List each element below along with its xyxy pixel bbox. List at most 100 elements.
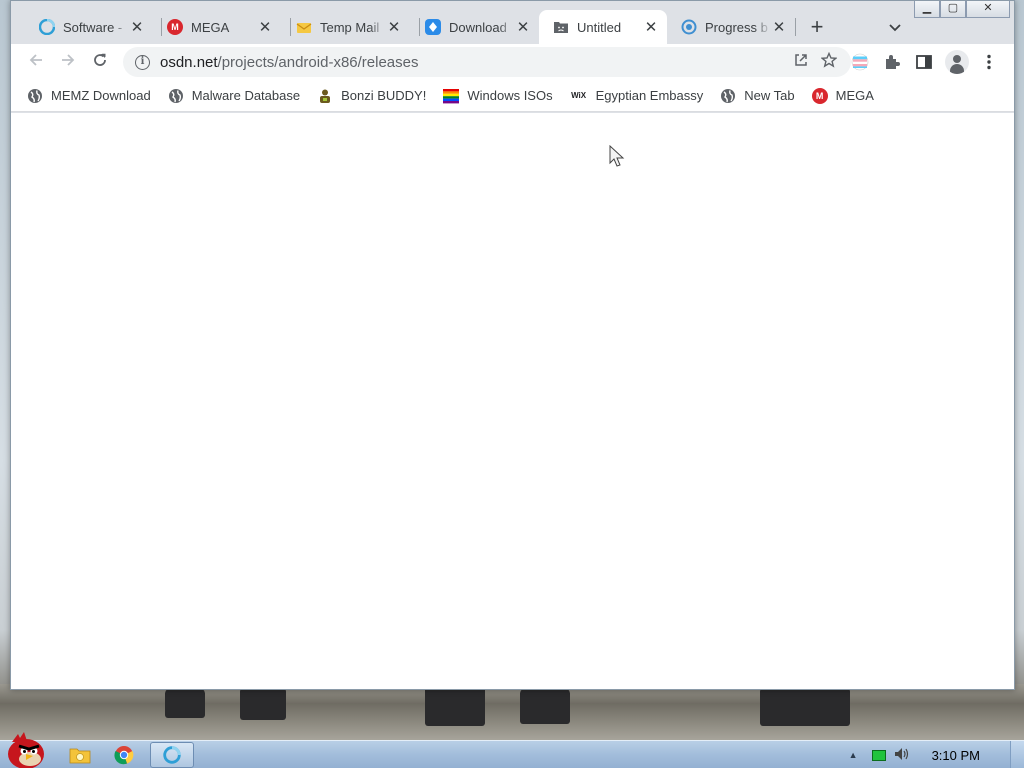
download-icon xyxy=(425,19,441,35)
bookmark-label: Windows ISOs xyxy=(467,88,553,103)
tab-title: Software - xyxy=(63,19,123,35)
tab-close-icon[interactable]: ✕ xyxy=(643,18,659,36)
bookmark-mega[interactable]: M MEGA xyxy=(811,87,874,104)
bookmark-windows-isos[interactable]: Windows ISOs xyxy=(443,88,553,104)
bookmark-label: New Tab xyxy=(744,88,795,103)
window-caption-buttons: ▁ ▢ ✕ xyxy=(914,1,1010,18)
tab-temp-mail[interactable]: Temp Mail ✕ xyxy=(282,10,410,44)
tab-title: Temp Mail xyxy=(320,19,380,35)
mouse-cursor-icon xyxy=(609,145,625,167)
tab-close-icon[interactable]: ✕ xyxy=(257,18,273,36)
tab-close-icon[interactable]: ✕ xyxy=(386,18,402,36)
wix-icon: WiX xyxy=(571,91,587,100)
globe-blue-icon xyxy=(39,19,55,35)
maximize-button[interactable]: ▢ xyxy=(940,1,966,18)
bookmark-label: MEGA xyxy=(835,88,874,103)
wallpaper-figure xyxy=(425,684,485,726)
wallpaper-figure xyxy=(760,686,850,726)
mega-icon: M xyxy=(167,19,183,35)
back-button[interactable] xyxy=(22,48,50,76)
arrow-left-icon xyxy=(29,54,42,66)
url-domain: osdn.net xyxy=(160,53,218,71)
taskbar-chrome[interactable] xyxy=(102,742,146,768)
tab-close-icon[interactable]: ✕ xyxy=(515,18,531,36)
bonzi-icon xyxy=(317,88,333,104)
more-menu-icon[interactable] xyxy=(980,53,998,71)
tab-progress[interactable]: Progress b ✕ xyxy=(667,10,795,44)
volume-icon[interactable] xyxy=(894,747,910,764)
rainbow-flag-icon xyxy=(443,88,460,104)
start-button[interactable] xyxy=(2,732,50,768)
sad-folder-icon xyxy=(553,19,569,35)
taskbar: ▲ 3:10 PM xyxy=(0,732,1024,768)
forward-button[interactable] xyxy=(54,48,82,76)
close-window-button[interactable]: ✕ xyxy=(966,1,1010,18)
page-content[interactable] xyxy=(11,113,1014,689)
wallpaper-figure xyxy=(165,688,205,718)
folder-icon xyxy=(69,748,91,764)
tab-close-icon[interactable]: ✕ xyxy=(129,18,145,36)
bookmark-label: Egyptian Embassy xyxy=(595,88,704,103)
flag-extension-icon[interactable] xyxy=(851,53,869,71)
url-text[interactable]: osdn.net/projects/android-x86/releases xyxy=(160,54,419,71)
bookmark-malware-database[interactable]: Malware Database xyxy=(168,88,300,104)
globe-blue-icon xyxy=(163,746,181,764)
share-icon[interactable] xyxy=(787,52,815,72)
profile-avatar[interactable] xyxy=(945,50,969,74)
wallpaper-figure xyxy=(240,686,286,720)
progress-icon xyxy=(681,19,697,35)
globe-icon xyxy=(168,88,184,104)
arrow-right-icon xyxy=(62,54,75,66)
bookmarks-bar: MEMZ Download Malware Database Bonzi BUD… xyxy=(11,80,1014,112)
url-path: /projects/android-x86/releases xyxy=(217,53,419,71)
tab-close-icon[interactable]: ✕ xyxy=(771,18,787,36)
site-info-icon[interactable]: i xyxy=(135,54,150,70)
side-panel-icon[interactable] xyxy=(915,53,933,71)
bookmark-label: Malware Database xyxy=(191,88,301,103)
clock[interactable]: 3:10 PM xyxy=(932,748,980,763)
taskbar-explorer[interactable] xyxy=(58,742,102,768)
tab-search-button[interactable] xyxy=(882,15,908,41)
mega-icon: M xyxy=(811,87,828,104)
wallpaper-figure xyxy=(520,688,570,724)
taskbar-active-app[interactable] xyxy=(150,742,194,768)
show-desktop-button[interactable] xyxy=(1010,741,1024,768)
bookmark-memz-download[interactable]: MEMZ Download xyxy=(27,88,151,104)
tab-strip: Software - ✕ M MEGA ✕ Temp Mail ✕ Downlo… xyxy=(11,1,1014,44)
bookmark-bonzi-buddy[interactable]: Bonzi BUDDY! xyxy=(317,88,426,104)
bookmark-new-tab[interactable]: New Tab xyxy=(720,88,795,104)
chevron-down-icon xyxy=(889,24,901,32)
tab-separator xyxy=(795,18,796,36)
tab-untitled[interactable]: Untitled ✕ xyxy=(539,10,667,44)
avatar-body xyxy=(950,64,964,74)
tab-title: Download xyxy=(449,19,507,35)
show-hidden-icons-button[interactable]: ▲ xyxy=(849,750,858,760)
minimize-button[interactable]: ▁ xyxy=(914,1,940,18)
omnibox-actions xyxy=(787,47,843,77)
reload-button[interactable] xyxy=(86,48,114,76)
browser-window: Software - ✕ M MEGA ✕ Temp Mail ✕ Downlo… xyxy=(10,0,1015,690)
tab-title: Untitled xyxy=(577,19,622,35)
new-tab-button[interactable]: + xyxy=(804,15,830,41)
bookmark-star-icon[interactable] xyxy=(815,51,843,72)
tab-download[interactable]: Download ✕ xyxy=(411,10,539,44)
desktop-wallpaper xyxy=(0,684,1024,740)
address-bar[interactable]: i osdn.net/projects/android-x86/releases xyxy=(123,47,851,77)
bookmark-egyptian-embassy[interactable]: WiX Egyptian Embassy xyxy=(570,88,704,104)
bookmark-label: MEMZ Download xyxy=(51,88,151,103)
battery-icon[interactable] xyxy=(871,749,886,761)
tab-software[interactable]: Software - ✕ xyxy=(25,10,153,44)
system-tray: ▲ 3:10 PM xyxy=(849,741,1024,768)
chrome-icon xyxy=(114,746,134,765)
puzzle-extensions-icon[interactable] xyxy=(883,53,901,71)
mail-icon xyxy=(296,19,312,35)
bookmark-label: Bonzi BUDDY! xyxy=(341,88,427,103)
tab-title: Progress b xyxy=(705,19,768,35)
reload-icon xyxy=(94,53,106,66)
tab-title: MEGA xyxy=(191,19,230,35)
browser-toolbar: i osdn.net/projects/android-x86/releases xyxy=(11,44,1014,80)
globe-icon xyxy=(720,88,736,104)
globe-icon xyxy=(27,88,43,104)
avatar-head xyxy=(953,55,961,63)
tab-mega[interactable]: M MEGA ✕ xyxy=(153,10,281,44)
